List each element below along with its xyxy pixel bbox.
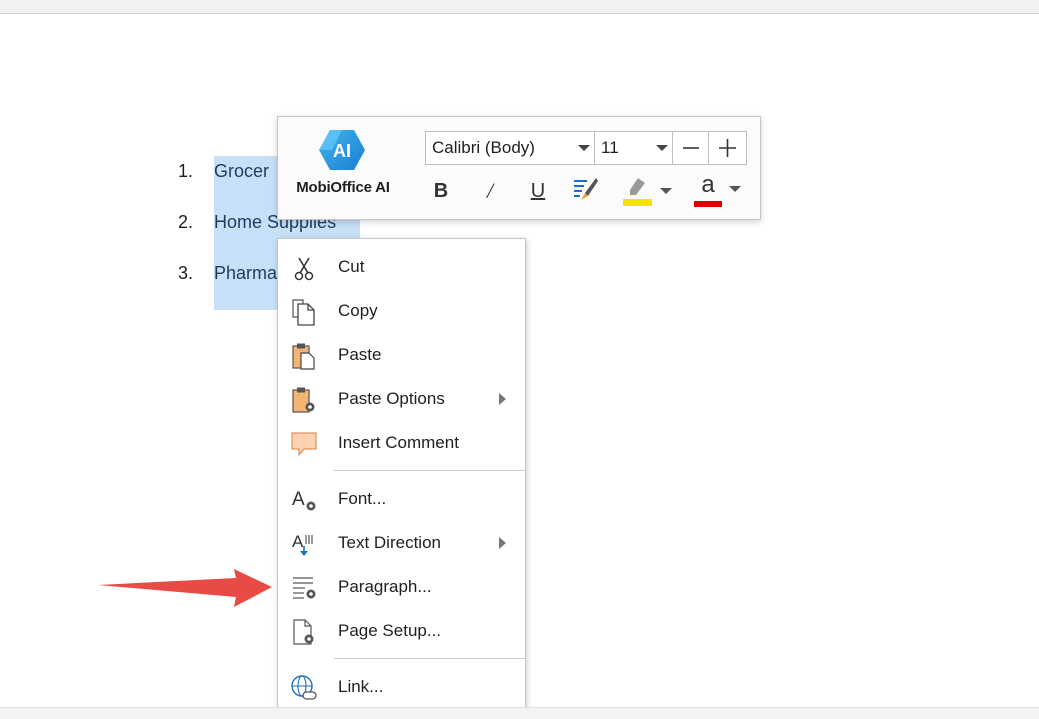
chevron-down-icon [656, 145, 668, 151]
bold-button[interactable]: B [428, 173, 454, 209]
chevron-down-icon [578, 145, 590, 151]
font-color-button[interactable]: a [692, 171, 748, 209]
paragraph-settings-icon [293, 577, 316, 599]
menu-item-insert-comment[interactable]: Insert Comment [278, 421, 525, 465]
ai-label: MobiOffice AI [296, 179, 390, 196]
menu-item-label: Insert Comment [338, 433, 459, 452]
list-item-text: Grocer [214, 161, 270, 181]
highlighter-icon [623, 178, 672, 206]
link-icon [291, 675, 317, 700]
clipboard-icon [292, 343, 315, 370]
menu-item-label: Link... [338, 677, 384, 696]
font-color-swatch [694, 201, 722, 207]
text-direction-icon: A [292, 532, 313, 556]
submenu-arrow-icon [499, 537, 506, 549]
list-item-text: Pharma [214, 263, 278, 283]
ai-logo-icon: AI [319, 130, 365, 170]
plus-icon [719, 139, 736, 157]
menu-item-label: Copy [338, 301, 378, 320]
italic-button[interactable]: / [477, 173, 503, 209]
font-name-value: Calibri (Body) [432, 138, 535, 157]
menu-separator [334, 470, 525, 471]
menu-item-label: Paragraph... [338, 577, 432, 596]
highlight-swatch [623, 199, 652, 206]
list-item[interactable]: 3. Pharma [178, 260, 277, 286]
svg-text:A: A [292, 532, 304, 551]
list-item[interactable]: 1. Grocer [178, 158, 269, 184]
menu-item-paste[interactable]: Paste [278, 333, 525, 377]
menu-item-paste-options[interactable]: Paste Options [278, 377, 525, 421]
menu-item-label: Paste [338, 345, 382, 364]
menu-item-font[interactable]: A Font... [278, 477, 525, 521]
minus-icon [683, 147, 699, 149]
highlight-color-button[interactable] [621, 175, 673, 209]
font-size-dropdown[interactable]: 11 [595, 132, 673, 164]
menu-item-copy[interactable]: Copy [278, 289, 525, 333]
ai-logo-text: AI [333, 141, 351, 161]
mobioffice-ai-button[interactable]: AI MobiOffice AI [288, 129, 398, 209]
list-number: 3. [178, 263, 194, 283]
menu-item-label: Text Direction [338, 533, 441, 552]
red-pointer-arrow [98, 569, 272, 607]
font-controls: Calibri (Body) 11 [425, 131, 747, 165]
copy-icon [292, 299, 315, 326]
page-setup-icon [293, 619, 314, 645]
submenu-arrow-icon [499, 393, 506, 405]
comment-icon [291, 432, 317, 457]
list-number: 2. [178, 212, 194, 232]
menu-item-label: Font... [338, 489, 387, 508]
font-size-value: 11 [601, 138, 619, 157]
format-painter-icon [574, 178, 598, 200]
font-settings-icon: A [292, 489, 316, 511]
menu-item-link[interactable]: Link... [278, 665, 525, 709]
decrease-font-size-button[interactable] [673, 132, 709, 164]
floating-format-toolbar: AI MobiOffice AI Calibri (Body) 11 B / U [277, 116, 761, 220]
underline-button[interactable]: U [525, 173, 551, 209]
font-color-glyph: a [701, 171, 715, 198]
menu-item-paragraph[interactable]: Paragraph... [278, 565, 525, 609]
menu-item-cut[interactable]: Cut [278, 245, 525, 289]
paste-options-icon [292, 387, 315, 413]
chevron-down-icon [729, 186, 741, 192]
menu-item-text-direction[interactable]: A Text Direction [278, 521, 525, 565]
context-menu: Cut Copy Paste Paste Options Insert Comm… [277, 238, 526, 715]
window-bottom-bar [0, 707, 1039, 719]
format-painter-button[interactable] [571, 175, 601, 207]
menu-item-label: Cut [338, 257, 365, 276]
menu-item-label: Paste Options [338, 389, 445, 408]
font-name-dropdown[interactable]: Calibri (Body) [426, 132, 595, 164]
svg-text:A: A [292, 489, 305, 510]
menu-separator [334, 658, 525, 659]
scissors-icon [294, 257, 314, 281]
increase-font-size-button[interactable] [709, 132, 746, 164]
list-number: 1. [178, 161, 194, 181]
menu-item-label: Page Setup... [338, 621, 442, 640]
menu-item-page-setup[interactable]: Page Setup... [278, 609, 525, 653]
